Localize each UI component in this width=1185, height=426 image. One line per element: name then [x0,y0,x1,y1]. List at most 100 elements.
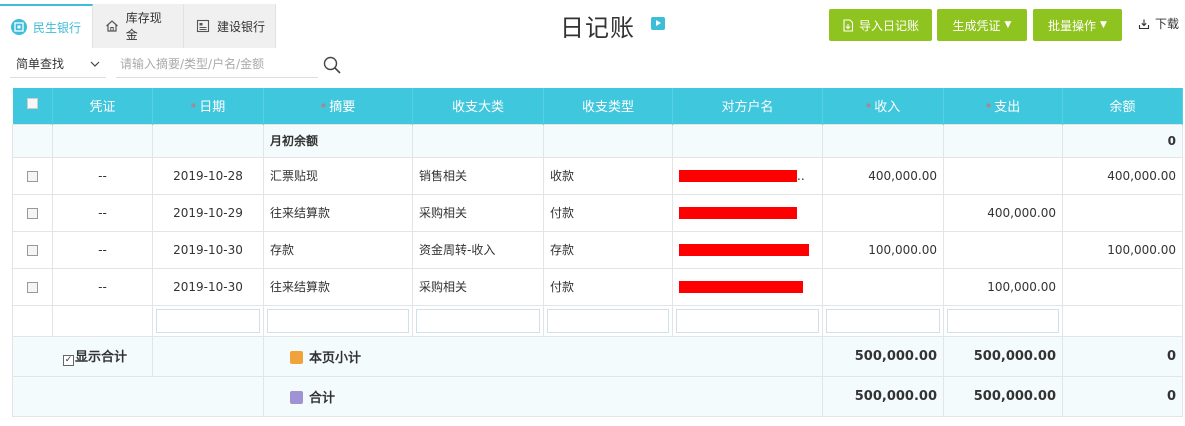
redaction-mark [679,281,803,293]
cell-voucher[interactable]: -- [52,156,153,195]
download-label: 下载 [1155,17,1180,31]
cell-voucher[interactable]: -- [52,193,153,232]
category-filter-input[interactable] [416,308,540,333]
cell-type[interactable]: 存款 [543,230,673,269]
tab-cash-on-hand[interactable]: 库存现金 [93,4,184,48]
header-summary-label: 摘要 [329,100,356,116]
chevron-down-icon [90,61,100,67]
select-all-checkbox[interactable] [26,98,38,110]
cell-counterparty[interactable] [672,193,823,232]
table-cell [12,304,53,337]
filter-cell [152,304,264,337]
select-all-header[interactable] [12,88,53,124]
redaction-mark [679,170,797,182]
show-total-toggle[interactable]: ✓ 显示合计 [12,335,153,377]
table-row[interactable]: -- 2019-10-30 往来结算款 采购相关 付款 100,000.00 [12,267,1183,306]
table-header-row: 凭证 * 日期 * 摘要 收支大类 收支类型 对方户名 * 收入 * 支出 余额 [12,88,1183,124]
redaction-mark [679,244,809,256]
row-checkbox[interactable] [27,244,38,256]
search-input[interactable] [116,50,318,78]
row-select[interactable] [12,193,53,232]
counterparty-suffix: .. [797,168,805,183]
cell-date[interactable]: 2019-10-30 [152,230,264,269]
income-filter-input[interactable] [826,308,940,333]
date-filter-input[interactable] [156,308,260,333]
video-tutorial-icon[interactable] [651,17,665,30]
counterparty-filter-input[interactable] [676,308,819,333]
row-select[interactable] [12,267,53,306]
cell-type[interactable]: 付款 [543,267,673,306]
cell-type[interactable]: 付款 [543,193,673,232]
header-type-label: 收支类型 [581,100,634,116]
cell-income[interactable]: 400,000.00 [822,156,944,195]
import-journal-label: 导入日记账 [858,18,919,33]
cell-expense[interactable]: 400,000.00 [943,193,1063,232]
generate-voucher-button[interactable]: 生成凭证 ▼ [937,9,1027,41]
table-row[interactable]: -- 2019-10-28 汇票贴现 销售相关 收款 .. 400,000.00… [12,156,1183,195]
cell-summary[interactable]: 往来结算款 [263,193,413,232]
cell-date[interactable]: 2019-10-29 [152,193,264,232]
bank-card-icon [194,17,212,35]
account-tabs: 民生银行 库存现金 建设银行 [0,4,276,48]
journal-table: 凭证 * 日期 * 摘要 收支大类 收支类型 对方户名 * 收入 * 支出 余额 月初余… [12,88,1183,417]
cell-income[interactable] [822,193,944,232]
opening-balance-label: 月初余额 [263,123,413,158]
cell-voucher[interactable]: -- [52,267,153,306]
cell-expense[interactable] [943,230,1063,269]
cell-counterparty[interactable] [672,267,823,306]
batch-operation-button[interactable]: 批量操作 ▼ [1033,9,1122,41]
table-cell [672,123,823,158]
cell-voucher[interactable]: -- [52,230,153,269]
table-cell [152,335,264,377]
summary-filter-input[interactable] [267,308,409,333]
required-mark: * [985,101,992,115]
row-checkbox[interactable] [27,281,38,293]
cell-income[interactable] [822,267,944,306]
row-checkbox[interactable] [27,170,38,182]
cell-expense[interactable]: 100,000.00 [943,267,1063,306]
cell-category[interactable]: 采购相关 [412,267,544,306]
cell-date[interactable]: 2019-10-28 [152,156,264,195]
cell-date[interactable]: 2019-10-30 [152,267,264,306]
batch-operation-label: 批量操作 [1048,18,1097,33]
cell-summary[interactable]: 汇票贴现 [263,156,413,195]
cell-balance [1062,267,1183,306]
cell-summary[interactable]: 存款 [263,230,413,269]
type-filter-input[interactable] [547,308,669,333]
cell-expense[interactable] [943,156,1063,195]
row-select[interactable] [12,230,53,269]
tab-minsheng-bank[interactable]: 民生银行 [0,4,93,48]
cell-type[interactable]: 收款 [543,156,673,195]
header-category-label: 收支大类 [451,100,504,116]
cell-category[interactable]: 资金周转-收入 [412,230,544,269]
table-row[interactable]: -- 2019-10-30 存款 资金周转-收入 存款 100,000.00 1… [12,230,1183,269]
download-button[interactable]: 下载 [1138,15,1179,32]
page-subtotal-income: 500,000.00 [822,335,944,377]
page-subtotal-row: ✓ 显示合计 本页小计 500,000.00 500,000.00 0 [12,335,1183,377]
row-checkbox[interactable] [27,207,38,219]
expense-filter-input[interactable] [947,308,1059,333]
cell-income[interactable]: 100,000.00 [822,230,944,269]
tab-construction-bank[interactable]: 建设银行 [184,4,276,48]
required-mark: * [320,101,327,115]
cell-counterparty[interactable] [672,230,823,269]
page-subtotal-label-cell: 本页小计 [263,335,823,377]
import-journal-button[interactable]: 导入日记账 [829,9,932,41]
tab-label: 库存现金 [125,11,162,42]
cell-summary[interactable]: 往来结算款 [263,267,413,306]
opening-balance-value: 0 [1062,123,1183,158]
cell-category[interactable]: 销售相关 [412,156,544,195]
show-total-checkbox[interactable]: ✓ [63,355,74,366]
cell-category[interactable]: 采购相关 [412,193,544,232]
search-icon[interactable] [322,55,342,75]
filter-cell [822,304,944,337]
filter-cell [543,304,673,337]
total-icon [290,390,303,404]
cell-counterparty[interactable]: .. [672,156,823,195]
table-cell [412,123,544,158]
table-row[interactable]: -- 2019-10-29 往来结算款 采购相关 付款 400,000.00 [12,193,1183,232]
search-mode-select[interactable]: 简单查找 [10,50,106,78]
row-select[interactable] [12,156,53,195]
generate-voucher-label: 生成凭证 [952,18,1001,33]
header-date: * 日期 [152,88,264,124]
